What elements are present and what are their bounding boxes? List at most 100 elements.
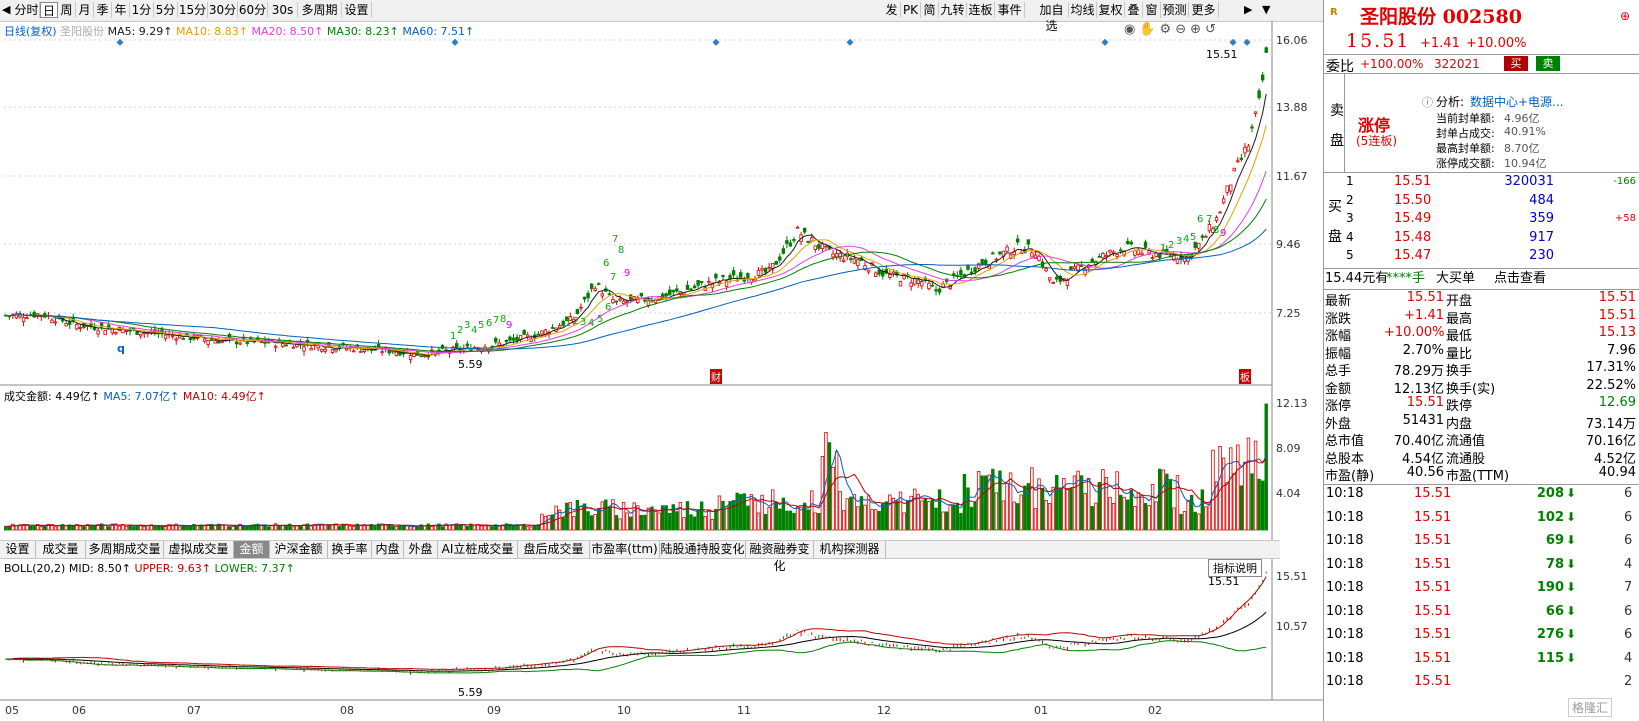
chart-tool-icons[interactable]: ◉✋⚙⊖⊕↺ <box>1124 22 1220 37</box>
period-label[interactable]: 日线(复权) <box>4 25 57 38</box>
stat-label: 内盘 <box>1446 416 1473 432</box>
candle-body <box>820 243 825 250</box>
limit-up-event-mark[interactable]: 板 <box>1239 369 1251 384</box>
bid-price: 15.50 <box>1394 192 1432 208</box>
date-axis-label: 07 <box>187 704 201 717</box>
indicator-tab-8[interactable]: 外盘 <box>404 541 438 558</box>
stat-label: 总市值 <box>1325 434 1365 449</box>
alert-icon[interactable]: ⊕ <box>1620 9 1630 23</box>
candle-body <box>1150 257 1155 259</box>
volume-bar <box>735 492 739 531</box>
magic-nine-digit: 9 <box>506 320 513 331</box>
volume-bar <box>749 494 754 531</box>
restore-icon[interactable]: ↺ <box>1205 22 1220 37</box>
candle-body <box>699 280 704 283</box>
stat-value: +1.41 <box>1404 307 1444 323</box>
candle-body <box>731 270 736 276</box>
info-icon[interactable]: ⓘ <box>1422 94 1433 110</box>
candle-body <box>78 327 83 329</box>
candle-body <box>721 274 725 277</box>
candle-body <box>785 240 789 244</box>
volume-bar <box>529 526 533 531</box>
stat-value: 40.56 <box>1406 465 1444 480</box>
candle-body <box>53 321 58 324</box>
volume-bar <box>28 526 33 531</box>
indicator-tab-1[interactable]: 成交量 <box>36 541 86 558</box>
tick-volume: 115 <box>1536 650 1564 666</box>
plus-icon[interactable]: ⊕ <box>1190 22 1205 37</box>
volume-bar <box>1143 502 1148 531</box>
settings-icon[interactable]: ⚙ <box>1160 22 1176 37</box>
indicator-tab-11[interactable]: 市盈率(ttm) <box>590 541 660 558</box>
volume-bar <box>1005 483 1009 531</box>
volume-bar <box>472 524 477 531</box>
date-axis-label: 08 <box>340 704 354 717</box>
tick-time: 10:18 <box>1326 580 1364 595</box>
volume-bar <box>966 487 970 531</box>
big-order-link[interactable]: 点击查看 <box>1494 270 1546 288</box>
volume-bar <box>1158 468 1162 531</box>
indicator-tab-10[interactable]: 盘后成交量 <box>518 541 590 558</box>
indicator-tab-5[interactable]: 沪深金额 <box>270 541 328 558</box>
main-legend: 日线(复权) 圣阳股份 MA5: 9.29↑ MA10: 8.83↑ MA20:… <box>4 23 474 39</box>
chart-area[interactable] <box>0 0 1323 721</box>
magic-nine-digit: 1 <box>565 318 572 329</box>
sell-button[interactable]: 卖 <box>1536 56 1560 71</box>
indicator-tab-4[interactable]: 金额 <box>234 541 270 558</box>
volume-bar <box>412 526 416 531</box>
volume-bar <box>1101 469 1105 531</box>
big-order-row[interactable]: 15.44元有 ****手 大买单 点击查看 <box>1324 270 1639 288</box>
indicator-tab-6[interactable]: 换手率 <box>328 541 372 558</box>
finance-event-mark[interactable]: 财 <box>710 369 722 384</box>
volume-bar <box>231 526 235 531</box>
indicator-tab-14[interactable]: 机构探测器 <box>814 541 886 558</box>
minus-icon[interactable]: ⊖ <box>1175 22 1190 37</box>
candle-body <box>671 289 675 293</box>
candle-body <box>898 281 903 287</box>
indicator-tab-12[interactable]: 陆股通持股变化 <box>660 541 746 558</box>
candle-body <box>937 288 942 293</box>
tick-volume: 66 <box>1545 603 1564 619</box>
sell-side-label: 卖盘 <box>1330 103 1344 149</box>
magic-nine-digit: 2 <box>573 316 580 327</box>
volume-bar <box>1186 499 1190 531</box>
ma60-line <box>5 228 1267 350</box>
volume-bar <box>1055 474 1059 531</box>
volume-bar <box>934 507 938 531</box>
indicator-tab-9[interactable]: AI立桩成交量 <box>438 541 518 558</box>
stat-label: 总手 <box>1325 364 1352 379</box>
indicator-tab-3[interactable]: 虚拟成交量 <box>164 541 234 558</box>
indicator-tab-7[interactable]: 内盘 <box>372 541 404 558</box>
candle-body <box>575 309 580 314</box>
volume-bar <box>653 511 658 531</box>
volume-bar <box>277 525 281 531</box>
volume-bar <box>760 494 764 531</box>
buy-button[interactable]: 买 <box>1504 56 1528 71</box>
event-diamond-icon <box>846 38 854 46</box>
candle-body <box>969 271 974 274</box>
hand-icon[interactable]: ✋ <box>1139 22 1159 37</box>
volume-bar <box>440 526 445 531</box>
candle-body <box>714 273 718 279</box>
indicator-tab-2[interactable]: 多周期成交量 <box>86 541 164 558</box>
candle-body <box>1239 157 1244 160</box>
candle-body <box>213 340 217 344</box>
indicator-tab-13[interactable]: 融资融券变化 <box>746 541 814 573</box>
volume-bar <box>1200 489 1205 531</box>
volume-bar <box>639 514 644 531</box>
volume-bar <box>788 510 793 531</box>
candle-body <box>1154 253 1158 257</box>
limit-up-info-key: 涨停成交额: <box>1436 157 1495 170</box>
volume-bar <box>327 525 331 531</box>
volume-bar <box>888 494 892 531</box>
tick-price: 15.51 <box>1414 533 1452 548</box>
volume-bar <box>682 517 686 531</box>
volume-bar <box>181 525 186 531</box>
analysis-link[interactable]: 数据中心+电源... <box>1470 93 1564 110</box>
indicator-tab-0[interactable]: 设置 <box>0 541 36 558</box>
candle-body <box>291 346 296 349</box>
event-q-mark[interactable]: q <box>117 342 125 355</box>
candle-body <box>1221 198 1226 204</box>
candle-body <box>607 293 612 296</box>
eye-icon[interactable]: ◉ <box>1124 22 1139 37</box>
